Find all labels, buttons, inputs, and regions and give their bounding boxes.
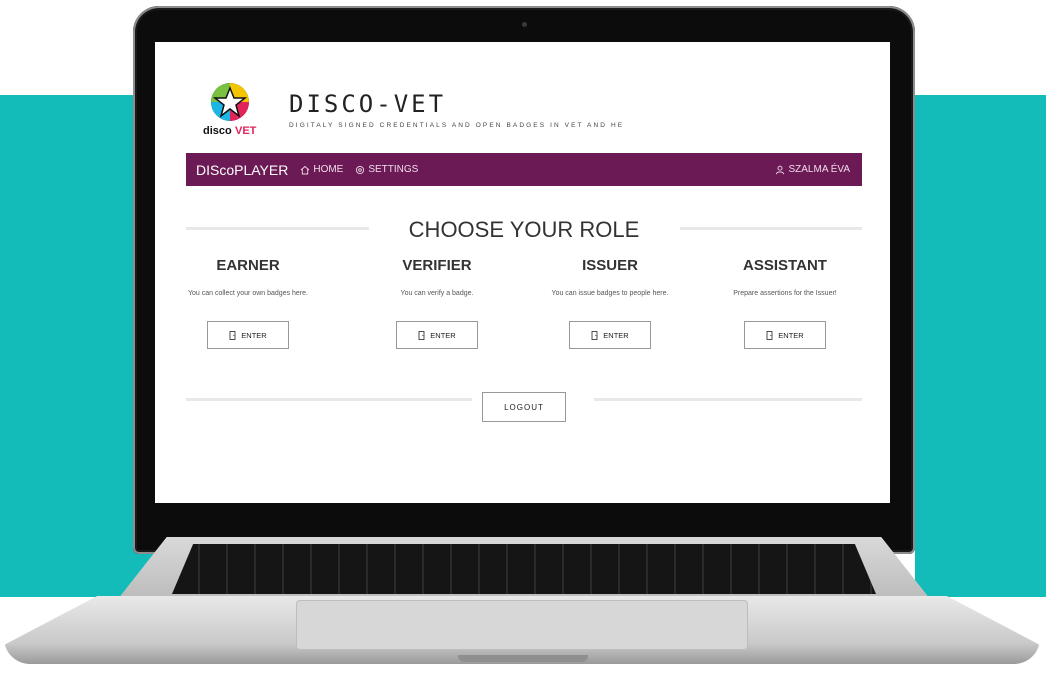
enter-button-issuer[interactable]: ENTER [569,321,651,349]
door-icon [229,330,236,340]
role-description-verifier: You can verify a badge. [400,290,474,297]
enter-label: ENTER [241,330,267,340]
enter-button-verifier[interactable]: ENTER [396,321,478,349]
role-card-issuer: ISSUER You can issue badges to people he… [525,257,695,349]
teal-background-right [915,95,1046,597]
user-icon [776,165,785,174]
role-heading-row: CHOOSE YOUR ROLE [186,214,862,242]
nav-settings-label: SETTINGS [368,164,419,175]
disco-vet-logo: disco VET [203,83,257,137]
nav-user-label: SZALMA ÉVA [788,164,850,175]
role-title-assistant: ASSISTANT [743,257,827,274]
role-title-issuer: ISSUER [582,257,638,274]
top-navbar: DIScoPLAYER HOME SETTINGS SZALMA ÉVA [186,153,862,186]
enter-button-earner[interactable]: ENTER [207,321,289,349]
home-icon [301,165,310,174]
role-description-issuer: You can issue badges to people here. [551,290,669,297]
keyboard [172,544,876,594]
divider-right-bottom [594,398,862,401]
role-description-earner: You can collect your own badges here. [188,290,308,297]
logo-text-accent: VET [235,125,257,137]
page-title: CHOOSE YOUR ROLE [408,217,640,242]
role-card-assistant: ASSISTANT Prepare assertions for the Iss… [700,257,870,349]
logout-row: LOGOUT [186,392,862,422]
role-card-earner: EARNER You can collect your own badges h… [163,257,333,349]
nav-home-label: HOME [313,164,344,175]
door-icon [766,330,773,340]
settings-icon [356,165,365,174]
nav-brand[interactable]: DIScoPLAYER [196,162,288,178]
brand-subtitle: DIGITALY SIGNED CREDENTIALS AND OPEN BAD… [289,122,625,129]
enter-button-assistant[interactable]: ENTER [744,321,826,349]
logo-text: disco [203,125,232,137]
lid-notch [458,655,588,662]
camera [522,22,527,27]
enter-label: ENTER [778,330,804,340]
role-title-earner: EARNER [216,257,280,274]
enter-label: ENTER [430,330,456,340]
trackpad [296,600,748,650]
divider-left-bottom [186,398,472,401]
role-description-assistant: Prepare assertions for the Issuer! [733,290,837,297]
enter-label: ENTER [603,330,629,340]
nav-home-link[interactable]: HOME [300,164,343,175]
logout-button[interactable]: LOGOUT [482,392,566,422]
door-icon [418,330,425,340]
role-title-verifier: VERIFIER [402,257,472,274]
brand-title: DISCO-VET [289,90,447,118]
nav-settings-link[interactable]: SETTINGS [355,164,418,175]
role-card-verifier: VERIFIER You can verify a badge. ENTER [352,257,522,349]
divider-right [680,227,862,230]
door-icon [591,330,598,340]
laptop-screen: disco VET DISCO-VET DIGITALY SIGNED CRED… [155,42,890,503]
divider-left [186,227,369,230]
nav-user-menu[interactable]: SZALMA ÉVA [775,164,850,175]
